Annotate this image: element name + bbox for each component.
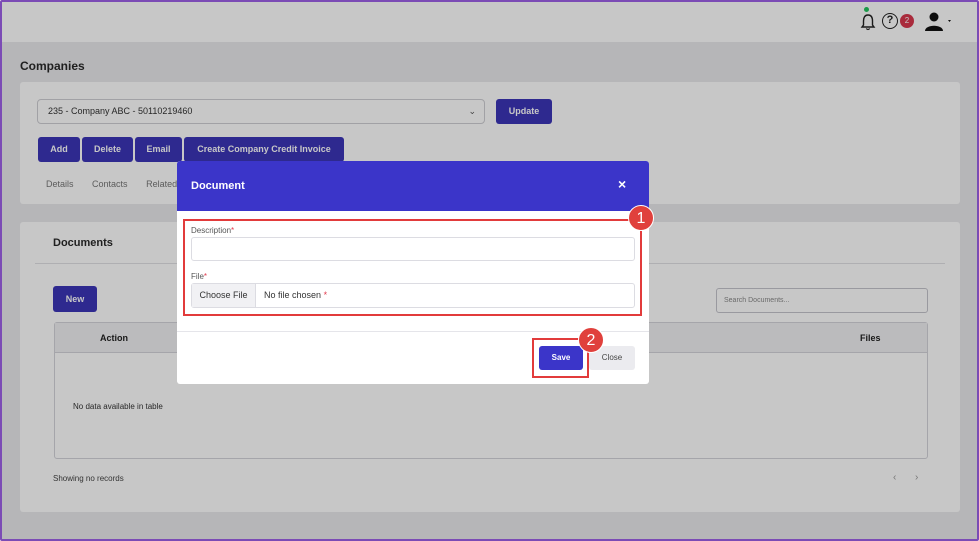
step-marker-1: 1 [628, 205, 654, 231]
modal-header: Document × [177, 161, 649, 211]
step-marker-2: 2 [578, 327, 604, 353]
modal-divider [177, 331, 649, 332]
app-frame: ? 2 Companies 235 - Company ABC - 501102… [0, 0, 979, 541]
highlight-box-form-fields [183, 219, 642, 316]
close-icon[interactable]: × [618, 176, 626, 192]
modal-title: Document [191, 180, 245, 192]
